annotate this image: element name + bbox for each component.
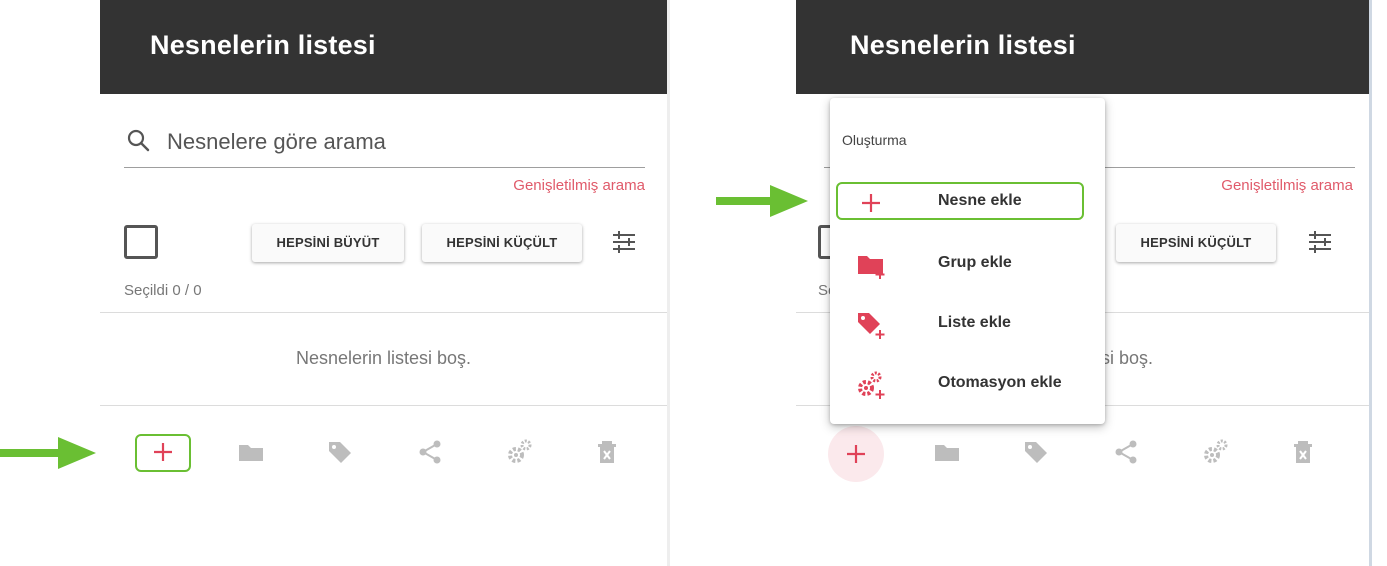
arrow-icon (716, 185, 808, 217)
folder-icon[interactable] (932, 437, 962, 467)
empty-list-message: Nesnelerin listesi boş. (295, 348, 472, 368)
objects-panel-left: Nesnelerin listesi Nesnelere göre arama … (100, 0, 670, 566)
add-button-highlight (135, 434, 191, 472)
tune-icon[interactable] (610, 228, 638, 256)
menu-item-label: Liste ekle (938, 314, 1011, 331)
collapse-all-button[interactable]: HEPSİNİ KÜÇÜLT (1116, 224, 1276, 262)
select-all-checkbox[interactable] (124, 225, 158, 259)
menu-title: Oluşturma (842, 132, 907, 148)
folder-icon[interactable] (236, 437, 266, 467)
plus-icon (862, 194, 880, 212)
gears-icon[interactable] (1201, 437, 1231, 467)
add-button-active[interactable] (828, 426, 884, 482)
menu-item-add-object[interactable]: Nesne ekle (830, 178, 1105, 226)
gears-icon[interactable] (505, 437, 535, 467)
menu-item-label: Nesne ekle (938, 192, 1022, 209)
menu-item-add-automation[interactable]: Otomasyon ekle (830, 360, 1105, 408)
menu-item-add-group[interactable]: Grup ekle (830, 240, 1105, 288)
share-icon[interactable] (1111, 437, 1141, 467)
tag-icon[interactable] (1021, 437, 1051, 467)
panel-header: Nesnelerin listesi (100, 0, 667, 94)
plus-icon (847, 445, 865, 463)
tag-plus-icon (858, 313, 885, 339)
panel-header: Nesnelerin listesi (796, 0, 1369, 94)
delete-icon[interactable] (592, 437, 622, 467)
menu-item-label: Otomasyon ekle (938, 374, 1062, 391)
search-input[interactable]: Nesnelere göre arama (124, 120, 645, 168)
empty-list-message: tesi boş. (1086, 348, 1154, 368)
page-title: Nesnelerin listesi (850, 30, 1076, 60)
arrow-icon (0, 437, 96, 469)
advanced-search-link[interactable]: Genişletilmiş arama (513, 177, 645, 194)
search-icon (127, 129, 150, 152)
menu-item-label: Grup ekle (938, 254, 1012, 271)
search-placeholder: Nesnelere göre arama (167, 129, 386, 154)
selected-count: Seçildi 0 / 0 (124, 282, 202, 299)
expand-all-button[interactable]: HEPSİNİ BÜYÜT (252, 224, 404, 262)
delete-icon[interactable] (1288, 437, 1318, 467)
gears-plus-icon (858, 371, 885, 399)
collapse-all-button[interactable]: HEPSİNİ KÜÇÜLT (422, 224, 582, 262)
tune-icon[interactable] (1306, 228, 1334, 256)
folder-plus-icon (858, 256, 885, 279)
menu-item-add-list[interactable]: Liste ekle (830, 300, 1105, 348)
create-menu: Oluşturma Nesne ekle Grup ekle Liste ekl… (830, 98, 1105, 424)
tag-icon[interactable] (325, 437, 355, 467)
advanced-search-link[interactable]: Genişletilmiş arama (1221, 177, 1353, 194)
page-title: Nesnelerin listesi (150, 30, 376, 60)
share-icon[interactable] (415, 437, 445, 467)
divider (100, 312, 667, 313)
divider (100, 405, 667, 406)
